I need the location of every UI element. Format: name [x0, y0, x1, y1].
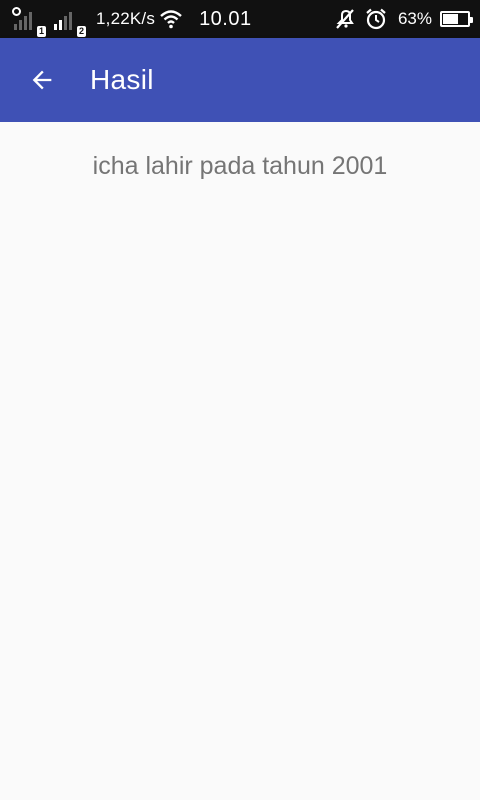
page-title: Hasil	[90, 64, 154, 95]
battery-percent: 63%	[397, 9, 432, 28]
status-bar-right: 63%	[334, 0, 473, 38]
sim1-label: 1	[37, 26, 46, 37]
arrow-back-icon	[32, 70, 52, 90]
sim2-label: 2	[77, 26, 86, 37]
battery-level-fill	[443, 14, 459, 24]
mute-icon	[336, 9, 354, 29]
network-speed: 1,22K/s	[96, 9, 156, 28]
status-bar-left: 1 2 1,22K/s 10.01	[12, 0, 252, 38]
clock: 10.01	[199, 7, 252, 30]
status-bar: 1 2 1,22K/s 10.01 63%	[0, 0, 480, 38]
battery-icon	[440, 11, 473, 27]
result-text: icha lahir pada tahun 2001	[92, 152, 388, 180]
alarm-icon	[366, 8, 386, 30]
sim1-signal-icon	[12, 7, 34, 30]
wifi-icon	[160, 10, 182, 29]
sim2-signal-icon	[54, 8, 74, 30]
app-bar: Hasil	[0, 38, 480, 122]
content-area: icha lahir pada tahun 2001	[0, 122, 480, 800]
back-button[interactable]	[18, 56, 66, 104]
